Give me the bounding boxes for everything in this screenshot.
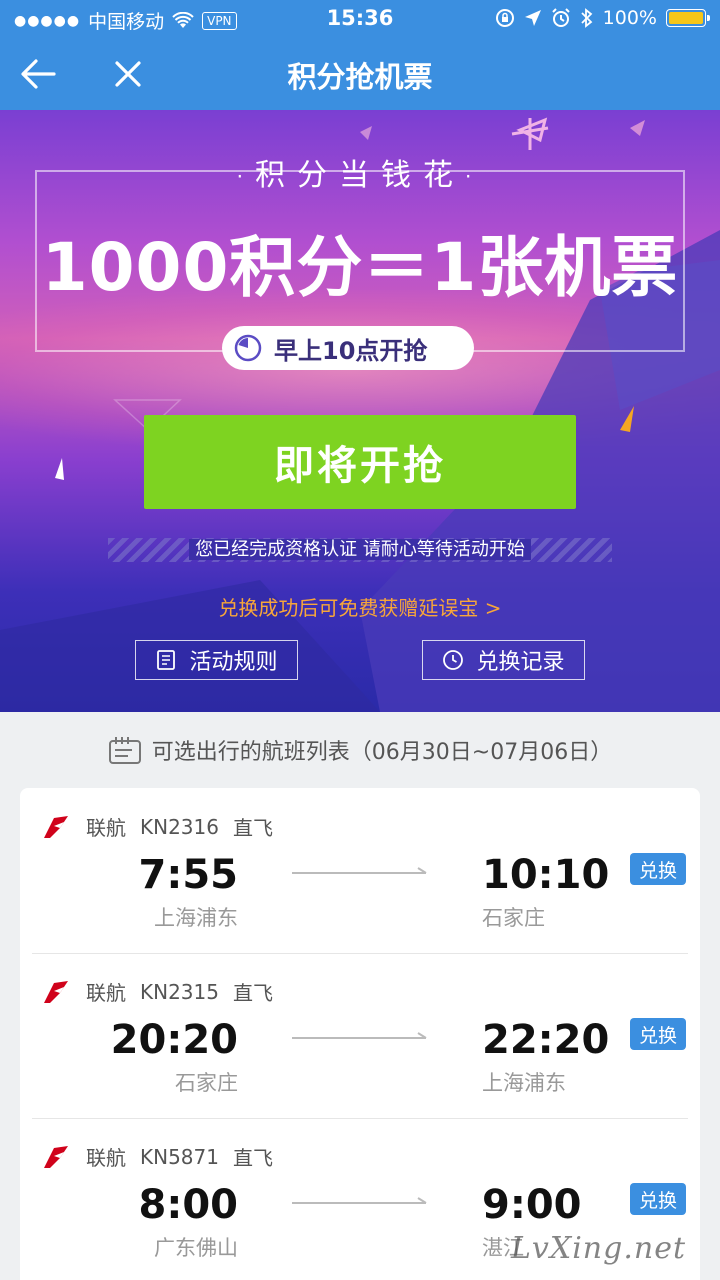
flight-list-title: 可选出行的航班列表（06月30日~07月06日） — [151, 740, 613, 765]
exchange-button[interactable]: 兑换 — [630, 853, 686, 885]
grab-ticket-button[interactable]: 即将开抢 — [144, 415, 576, 509]
arrival-city: 石家庄 — [482, 906, 545, 930]
airline-logo-icon — [44, 815, 68, 838]
location-icon — [524, 10, 541, 26]
route-arrow-icon — [292, 867, 427, 874]
departure-time: 8:00 — [138, 1182, 239, 1228]
top-bar: ●●●●● 中国移动 VPN 15:36 100% 积分抢机票 — [0, 0, 720, 110]
notice-text: 您已经完成资格认证 请耐心等待活动开始 — [189, 539, 531, 560]
flight-number: KN2316 — [140, 814, 219, 839]
slogan-label: 积分当钱花 — [255, 158, 465, 193]
alarm-icon — [551, 8, 570, 27]
exchange-button[interactable]: 兑换 — [630, 1018, 686, 1050]
arrival-time: 22:20 — [482, 1017, 610, 1063]
exchange-history-button[interactable]: 兑换记录 — [422, 640, 585, 680]
route-arrow-icon — [292, 1197, 427, 1204]
clock-icon — [443, 650, 464, 670]
airline-name: 联航 — [86, 1146, 126, 1170]
promo-banner: ·积分当钱花· 1000积分＝1张机票 早上10点开抢 即将开抢 您已经完成资格… — [0, 110, 720, 712]
watermark: LvXing.net — [510, 1231, 686, 1266]
flight-type: 直飞 — [232, 1146, 273, 1170]
airline-logo-icon — [44, 1145, 68, 1168]
departure-city: 广东佛山 — [154, 1236, 238, 1260]
airline-logo-icon — [44, 980, 68, 1003]
delay-insurance-link[interactable]: 兑换成功后可免费获赠延误宝 > — [0, 592, 720, 621]
exchange-button[interactable]: 兑换 — [630, 1183, 686, 1215]
flight-item: 联航 KN2316 直飞 7:55 上海浦东 10:10 石家庄 兑换 — [20, 788, 700, 953]
start-time-pill: 早上10点开抢 — [222, 326, 474, 370]
departure-time: 7:55 — [138, 852, 239, 898]
activity-rules-label: 活动规则 — [189, 650, 278, 675]
route-arrow-icon — [292, 1032, 427, 1039]
status-bar: ●●●●● 中国移动 VPN 15:36 100% — [0, 0, 720, 38]
start-time-label: 早上10点开抢 — [274, 336, 428, 365]
clock-icon — [234, 334, 262, 362]
departure-city: 上海浦东 — [154, 906, 238, 930]
headline: 1000积分＝1张机票 — [41, 229, 679, 306]
document-icon — [157, 650, 176, 670]
flight-number: KN5871 — [140, 1144, 219, 1169]
arrival-time: 10:10 — [482, 852, 610, 898]
flight-type: 直飞 — [232, 816, 273, 840]
arrival-city: 上海浦东 — [482, 1071, 566, 1095]
slogan-text: ·积分当钱花· — [236, 158, 484, 193]
page-title: 积分抢机票 — [287, 60, 433, 94]
flight-item: 联航 KN2315 直飞 20:20 石家庄 22:20 上海浦东 兑换 — [20, 953, 700, 1118]
flight-type: 直飞 — [232, 981, 273, 1005]
flight-list: 联航 KN2316 直飞 7:55 上海浦东 10:10 石家庄 兑换 联航 K… — [20, 788, 700, 1280]
airline-name: 联航 — [86, 816, 126, 840]
nav-bar: 积分抢机票 — [0, 38, 720, 110]
departure-time: 20:20 — [110, 1017, 238, 1063]
flight-number: KN2315 — [140, 979, 219, 1004]
qualification-notice: 您已经完成资格认证 请耐心等待活动开始 — [108, 538, 612, 562]
airline-name: 联航 — [86, 981, 126, 1005]
departure-city: 石家庄 — [175, 1071, 238, 1095]
activity-rules-button[interactable]: 活动规则 — [135, 640, 298, 680]
battery-icon — [666, 9, 710, 27]
flight-list-header: 可选出行的航班列表（06月30日~07月06日） — [0, 712, 720, 788]
arrival-time: 9:00 — [482, 1182, 582, 1228]
battery-percent: 100% — [602, 7, 657, 29]
list-icon — [108, 737, 141, 764]
bluetooth-icon — [581, 8, 593, 28]
exchange-history-label: 兑换记录 — [476, 650, 565, 675]
rotation-lock-icon — [495, 9, 514, 27]
